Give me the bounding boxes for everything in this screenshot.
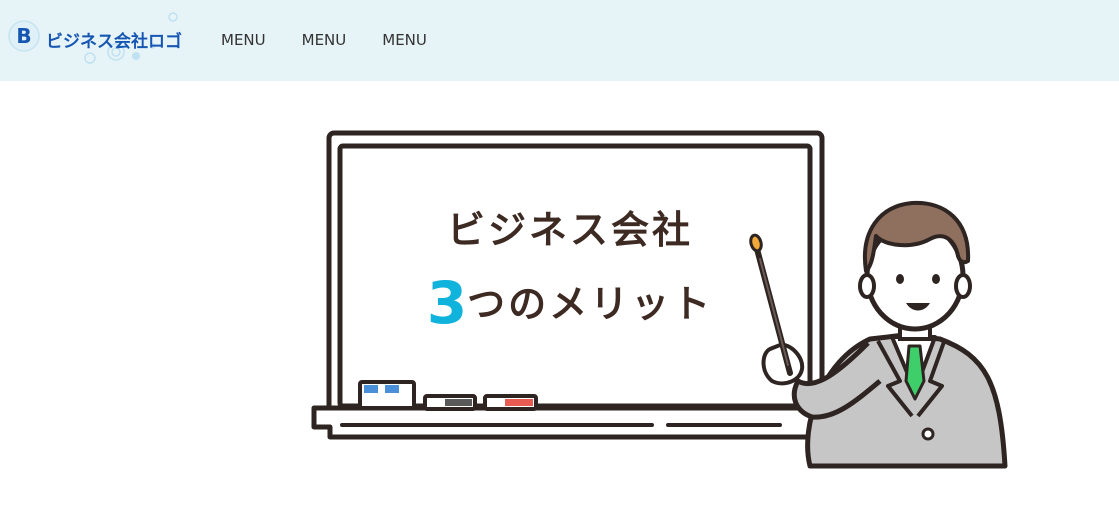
board-subtitle: 3つのメリット [330, 269, 810, 337]
board-title: ビジネス会社 [446, 208, 693, 252]
logo-text: ビジネス会社ロゴ [46, 32, 182, 52]
logo-link[interactable]: B ビジネス会社ロゴ [8, 12, 188, 70]
merit-label: つのメリット [467, 282, 714, 326]
main-nav: MENU MENU MENU [221, 30, 427, 50]
merit-count: 3 [426, 269, 468, 337]
site-header: B ビジネス会社ロゴ MENU MENU MENU [0, 0, 1119, 81]
nav-menu-3[interactable]: MENU [382, 30, 427, 50]
nav-menu-2[interactable]: MENU [302, 30, 347, 50]
svg-text:B: B [16, 24, 31, 48]
nav-menu-1[interactable]: MENU [221, 30, 266, 50]
hero-section: ビジネス会社 3つのメリット [0, 81, 1119, 530]
